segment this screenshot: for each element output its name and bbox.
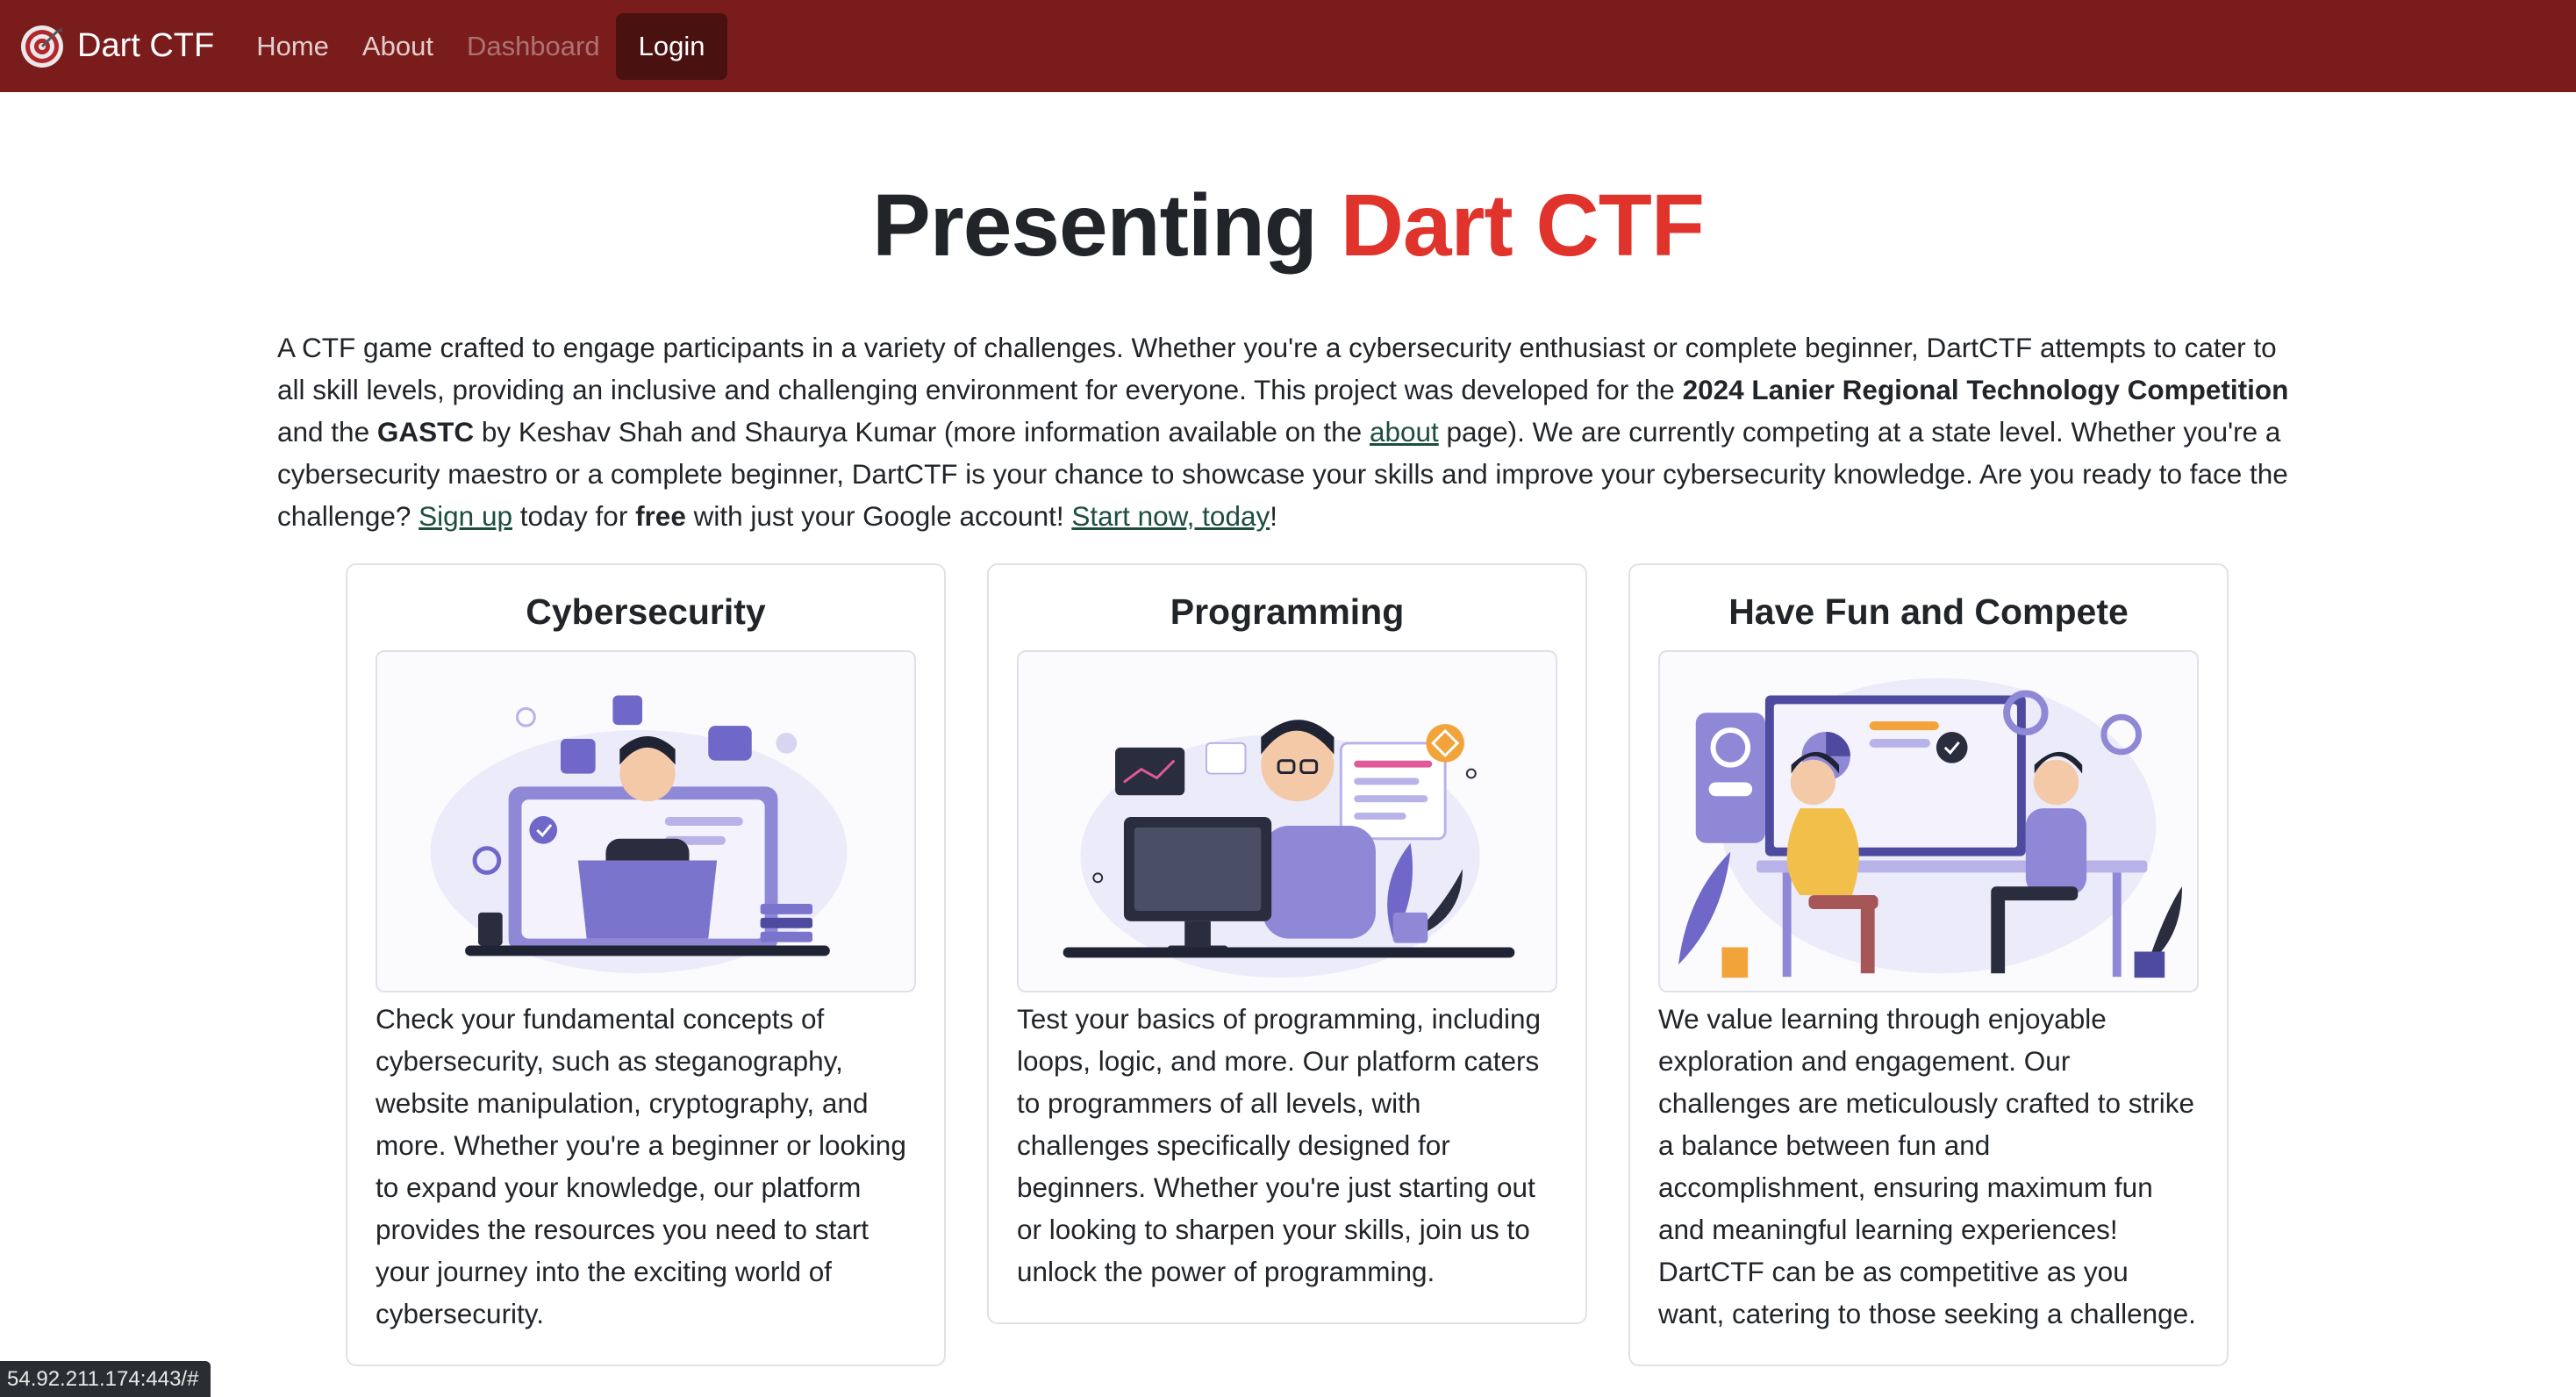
- intro-bold-free: free: [635, 500, 686, 532]
- intro-text-5: today for: [512, 500, 636, 532]
- card-title: Cybersecurity: [526, 591, 766, 632]
- intro-text-3: by Keshav Shah and Shaurya Kumar (more i…: [474, 416, 1370, 448]
- page-title-accent: Dart CTF: [1340, 176, 1705, 275]
- intro-paragraph: A CTF game crafted to engage participant…: [277, 326, 2304, 537]
- page-title-prefix: Presenting: [872, 176, 1318, 275]
- nav-home-link[interactable]: Home: [256, 31, 329, 62]
- card-programming: Programming Test your basics of programm…: [987, 563, 1587, 1324]
- start-now-link[interactable]: Start now, today: [1071, 500, 1270, 532]
- cybersecurity-illustration: [376, 650, 916, 992]
- intro-text-2: and the: [277, 416, 377, 448]
- programming-illustration: [1017, 650, 1557, 992]
- signup-link[interactable]: Sign up: [419, 500, 512, 532]
- card-description: Check your fundamental concepts of cyber…: [376, 1003, 906, 1329]
- card-title: Programming: [1170, 591, 1405, 632]
- page-title: Presenting Dart CTF: [0, 176, 2576, 276]
- card-title: Have Fun and Compete: [1728, 591, 2129, 632]
- intro-text-7: !: [1270, 500, 1277, 532]
- brand-link[interactable]: Dart CTF: [19, 24, 214, 69]
- dart-target-logo-icon: [21, 25, 63, 68]
- top-navbar: Dart CTF Home About Dashboard Login: [0, 0, 2576, 92]
- brand-name: Dart CTF: [77, 27, 215, 64]
- nav-about-link[interactable]: About: [362, 31, 433, 62]
- card-fun-compete: Have Fun and Compete We value learning t…: [1628, 563, 2229, 1366]
- card-description: Test your basics of programming, includi…: [1017, 1003, 1542, 1287]
- hacker-laptop-illustration: [430, 695, 848, 974]
- login-button[interactable]: Login: [615, 12, 728, 80]
- intro-bold-competition: 2024 Lanier Regional Technology Competit…: [1682, 374, 2289, 405]
- nav-dashboard-link[interactable]: Dashboard: [467, 31, 600, 62]
- intro-bold-gastc: GASTC: [376, 416, 475, 448]
- card-cybersecurity: Cybersecurity Check your fundamental con…: [346, 563, 946, 1366]
- compete-illustration: [1658, 650, 2199, 992]
- intro-text-6: with just your Google account!: [685, 500, 1072, 532]
- about-link[interactable]: about: [1370, 416, 1439, 448]
- programmer-desk-illustration: [1063, 720, 1515, 978]
- team-meeting-illustration: [1678, 677, 2183, 978]
- card-description: We value learning through enjoyable expl…: [1658, 1003, 2196, 1329]
- status-bar-url: 54.92.211.174:443/#: [0, 1361, 211, 1397]
